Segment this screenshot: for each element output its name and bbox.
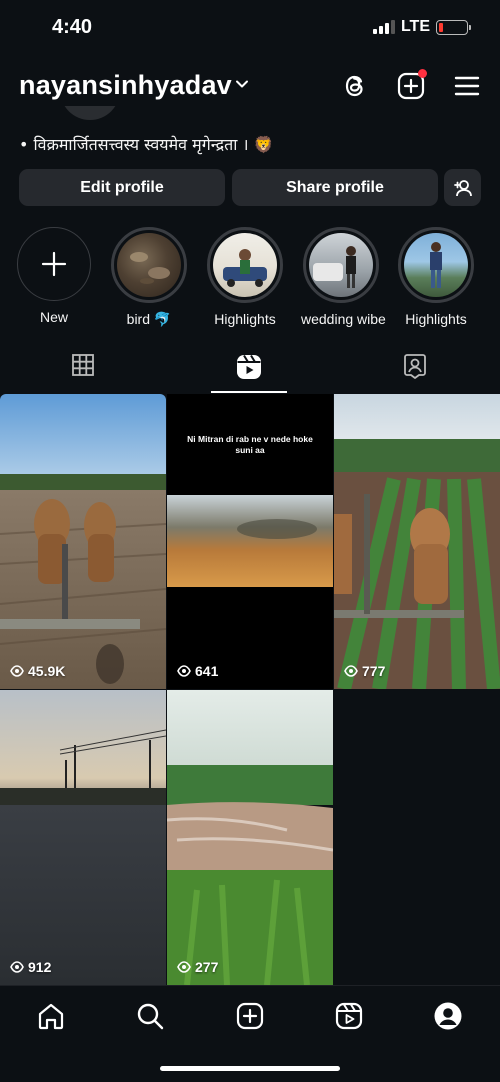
tagged-icon xyxy=(404,354,426,379)
tab-reels[interactable] xyxy=(166,345,332,393)
active-tab-indicator xyxy=(211,391,287,393)
search-icon[interactable] xyxy=(134,1000,166,1032)
highlight-highlights[interactable]: Highlights xyxy=(205,227,285,327)
status-indicators: LTE xyxy=(372,18,471,36)
play-icon xyxy=(344,665,358,677)
home-icon[interactable] xyxy=(35,1000,67,1032)
status-time: 4:40 xyxy=(52,16,93,38)
reel-thumbnail[interactable]: 277 xyxy=(167,690,333,985)
create-icon[interactable] xyxy=(395,69,427,102)
reel-image xyxy=(0,394,166,689)
highlight-bird[interactable]: bird 🐬 xyxy=(109,227,189,328)
status-bar: 4:40 LTE xyxy=(0,0,500,56)
tab-tagged[interactable] xyxy=(332,345,498,393)
avatar[interactable] xyxy=(60,106,124,120)
highlight-label: New xyxy=(39,309,68,325)
highlight-label: Highlights xyxy=(214,311,276,327)
reel-thumbnail[interactable]: 777 xyxy=(334,394,500,689)
reel-image xyxy=(334,394,500,689)
reel-thumbnail[interactable]: 45.9K xyxy=(0,394,166,689)
profile-header: nayansinhyadav xyxy=(0,62,500,110)
profile-icon[interactable] xyxy=(432,1000,464,1032)
highlight-cover xyxy=(213,233,277,297)
play-icon xyxy=(10,665,24,677)
reels-icon xyxy=(237,354,261,379)
chevron-down-icon[interactable] xyxy=(234,76,250,92)
share-profile-button[interactable]: Share profile xyxy=(232,169,438,206)
menu-icon[interactable] xyxy=(451,70,483,102)
highlight-cover xyxy=(404,233,468,297)
highlight-cover xyxy=(117,233,181,297)
notification-dot xyxy=(418,69,427,78)
highlight-cover xyxy=(309,233,373,297)
reel-image xyxy=(167,690,333,985)
view-count: 641 xyxy=(177,663,218,679)
view-count: 777 xyxy=(344,663,385,679)
play-icon xyxy=(10,961,24,973)
battery-icon xyxy=(436,19,471,35)
reel-image xyxy=(167,495,333,587)
reel-image xyxy=(0,690,166,985)
profile-tabs xyxy=(0,345,500,393)
highlight-wedding-wibe[interactable]: wedding wibe xyxy=(301,227,386,327)
tab-posts[interactable] xyxy=(0,345,166,393)
view-count: 912 xyxy=(10,959,51,975)
reel-thumbnail[interactable]: 912 xyxy=(0,690,166,985)
highlight-new[interactable]: New xyxy=(14,227,94,325)
reels-icon[interactable] xyxy=(333,1000,365,1032)
add-person-icon xyxy=(453,179,472,196)
view-count: 277 xyxy=(177,959,218,975)
bio-text: • विक्रमार्जितसत्त्वस्य स्वयमेव मृगेन्द्… xyxy=(19,135,274,154)
highlight-label: Highlights xyxy=(405,311,467,327)
play-icon xyxy=(177,961,191,973)
network-label: LTE xyxy=(400,18,430,35)
highlight-label: wedding wibe xyxy=(301,311,386,327)
home-indicator[interactable] xyxy=(160,1066,340,1071)
highlight-label: bird 🐬 xyxy=(126,311,172,327)
add-person-button[interactable] xyxy=(444,169,481,206)
play-icon xyxy=(177,665,191,677)
edit-profile-button[interactable]: Edit profile xyxy=(19,169,225,206)
reel-thumbnail[interactable]: Ni Mitran di rab ne v nede hoke suni aa … xyxy=(167,394,333,689)
username[interactable]: nayansinhyadav xyxy=(19,70,232,101)
grid-icon xyxy=(72,354,94,376)
view-count: 45.9K xyxy=(10,663,65,679)
threads-icon[interactable] xyxy=(339,70,371,102)
plus-icon xyxy=(17,227,91,301)
highlight-highlights-2[interactable]: Highlights xyxy=(396,227,476,327)
signal-icon xyxy=(372,20,395,34)
create-icon[interactable] xyxy=(234,1000,266,1032)
